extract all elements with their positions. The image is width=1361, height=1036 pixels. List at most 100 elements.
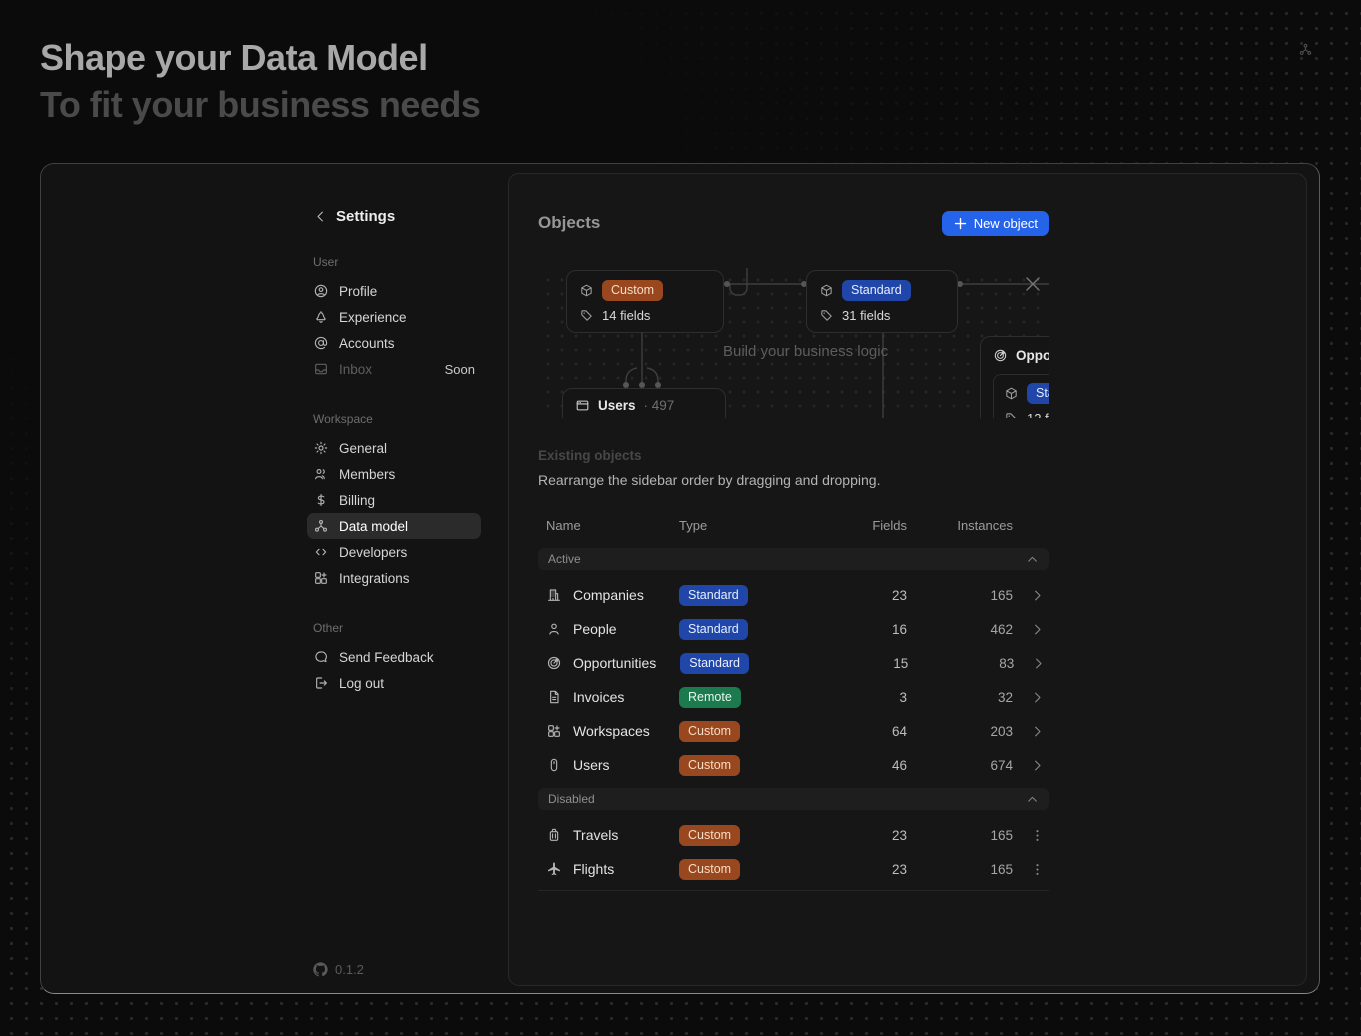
object-row-flights[interactable]: FlightsCustom23165 [538,852,1049,886]
object-row-opportunities[interactable]: OpportunitiesStandard1583 [538,646,1049,680]
group-label: Disabled [548,792,595,806]
sidebar-item-general[interactable]: General [307,435,481,461]
chevron-right-icon[interactable] [1030,724,1045,739]
data-model-icon [1298,42,1313,57]
diagram-card-opportunities[interactable]: Opportunities Standard 12 fields [980,336,1049,418]
tag-icon [579,308,594,323]
diagram-card-standard[interactable]: Standard 31 fields [806,270,958,333]
group-header-disabled[interactable]: Disabled [538,788,1049,810]
objects-title: Objects [538,213,600,233]
existing-objects-description: Rearrange the sidebar order by dragging … [538,472,1049,488]
users-card-name: Users [598,398,636,413]
type-badge: Standard [679,585,748,606]
object-name: Flights [573,861,614,877]
sidebar-item-developers[interactable]: Developers [307,539,481,565]
settings-back-button[interactable]: Settings [313,208,475,225]
chevron-up-icon[interactable] [1026,793,1039,806]
sidebar-item-label: Members [339,467,395,482]
type-badge: Custom [679,721,740,742]
chevron-right-icon[interactable] [1030,690,1045,705]
sidebar-item-accounts[interactable]: Accounts [307,330,481,356]
type-badge: Custom [679,755,740,776]
sidebar-item-inbox[interactable]: InboxSoon [307,356,481,382]
fields-count: 23 [831,828,907,843]
sidebar-item-billing[interactable]: Billing [307,487,481,513]
object-row-invoices[interactable]: InvoicesRemote332 [538,680,1049,714]
chevron-right-icon[interactable] [1030,588,1045,603]
sidebar-section-label: Other [313,621,475,635]
person-icon [546,621,562,637]
members-icon [313,466,329,482]
column-name: Name [538,518,655,533]
diagram-hint: Build your business logic [723,343,888,360]
chevron-right-icon[interactable] [1030,758,1045,773]
object-row-travels[interactable]: TravelsCustom23165 [538,818,1049,852]
sidebar-item-experience[interactable]: Experience [307,304,481,330]
cube-icon [1004,386,1019,401]
instances-count: 83 [908,656,1014,671]
tag-icon [819,308,834,323]
fields-count: 64 [831,724,907,739]
user-circle-icon [313,283,329,299]
object-name: Companies [573,587,644,603]
group-header-active[interactable]: Active [538,548,1049,570]
sidebar-item-label: Send Feedback [339,650,434,665]
plus-icon [953,216,968,231]
sidebar-item-integrations[interactable]: Integrations [307,565,481,591]
version-footer: 0.1.2 [313,962,364,977]
github-icon [313,962,328,977]
version-label: 0.1.2 [335,962,364,977]
invoice-icon [546,689,562,705]
object-row-companies[interactable]: CompaniesStandard23165 [538,578,1049,612]
column-instances: Instances [907,518,1013,533]
gear-icon [313,440,329,456]
fields-count: 15 [832,656,908,671]
object-row-workspaces[interactable]: WorkspacesCustom64203 [538,714,1049,748]
sidebar-item-send-feedback[interactable]: Send Feedback [307,644,481,670]
objects-panel: Objects New object [508,173,1307,986]
table-header: Name Type Fields Instances [538,512,1049,538]
diagram-card-custom[interactable]: Custom 14 fields [566,270,724,333]
data-model-icon [313,518,329,534]
object-row-users[interactable]: UsersCustom46674 [538,748,1049,782]
chevron-right-icon[interactable] [1030,622,1045,637]
type-badge: Custom [679,825,740,846]
kebab-icon[interactable] [1030,828,1045,843]
type-badge: Custom [602,280,663,301]
app-window-icon [575,398,590,413]
code-icon [313,544,329,560]
fields-count: 46 [831,758,907,773]
object-name: Opportunities [573,655,656,671]
diagram-card-users[interactable]: Users · 497 [562,388,726,418]
sidebar-item-data-model[interactable]: Data model [307,513,481,539]
fields-count: 12 fields [1027,411,1049,418]
object-row-people[interactable]: PeopleStandard16462 [538,612,1049,646]
cube-icon [579,283,594,298]
opportunities-card-name: Opportunities [1016,348,1049,363]
type-badge: Remote [679,687,741,708]
tag-icon [1004,411,1019,418]
sidebar-item-profile[interactable]: Profile [307,278,481,304]
column-fields: Fields [831,518,907,533]
data-model-diagram: Custom 14 fields Standard 31 fields [538,268,1049,418]
kebab-icon[interactable] [1030,862,1045,877]
instances-count: 674 [907,758,1013,773]
fields-count: 16 [831,622,907,637]
users-card-count: · 497 [644,398,675,413]
users-icon [546,757,562,773]
page-subtitle: To fit your business needs [40,81,480,128]
new-object-label: New object [974,216,1038,231]
sidebar-item-members[interactable]: Members [307,461,481,487]
chevron-right-icon[interactable] [1031,656,1046,671]
sidebar-item-log-out[interactable]: Log out [307,670,481,696]
instances-count: 203 [907,724,1013,739]
fields-count: 3 [831,690,907,705]
instances-count: 462 [907,622,1013,637]
instances-count: 165 [907,588,1013,603]
column-type: Type [655,518,831,533]
type-badge: Standard [1027,383,1049,404]
new-object-button[interactable]: New object [942,211,1049,236]
at-sign-icon [313,335,329,351]
chevron-up-icon[interactable] [1026,553,1039,566]
dollar-icon [313,492,329,508]
